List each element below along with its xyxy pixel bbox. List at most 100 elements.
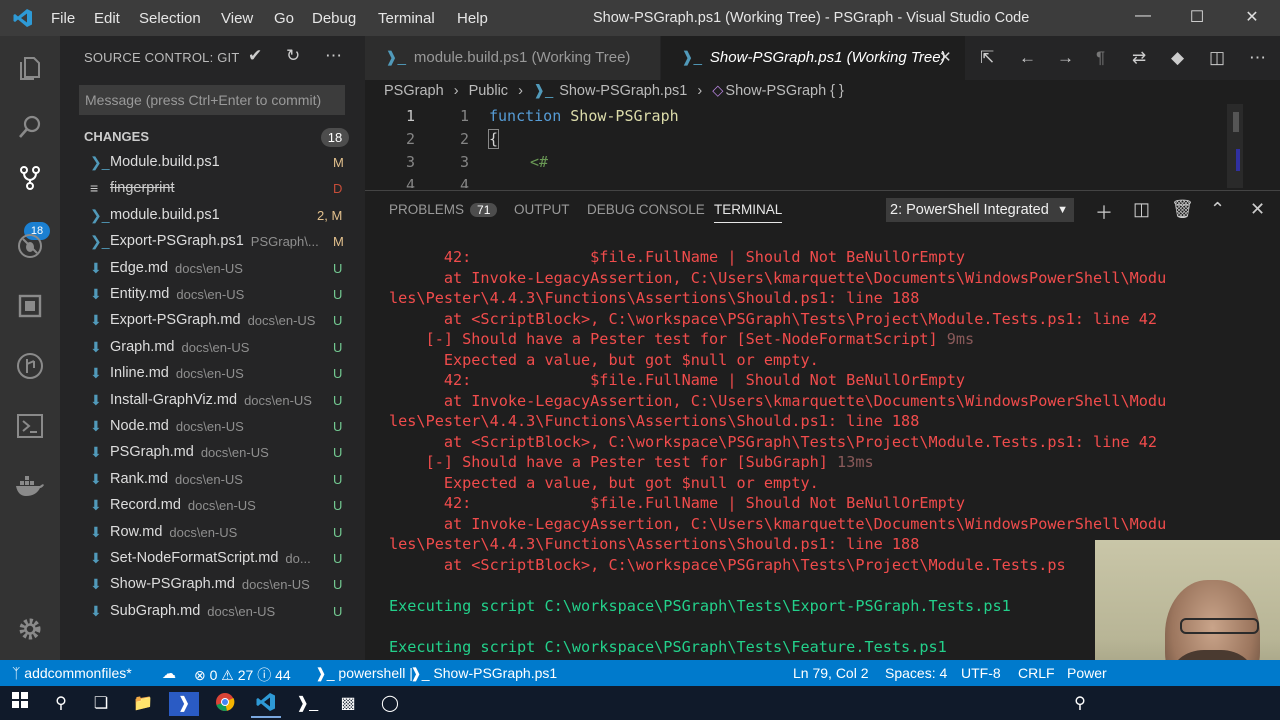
minimap-scrollbar[interactable] xyxy=(1227,104,1243,188)
powershell-file-icon: ❱_ xyxy=(532,83,554,99)
new-terminal-icon[interactable]: ＋ xyxy=(1095,199,1113,225)
list-item[interactable]: ⬇ Row.md docs\en-US U xyxy=(60,520,365,546)
list-item[interactable]: ⬇ Node.md docs\en-US U xyxy=(60,414,365,440)
more-actions-icon[interactable]: ⋯ xyxy=(325,46,342,66)
list-item[interactable]: ⬇ Export-PSGraph.md docs\en-US U xyxy=(60,308,365,334)
explorer-icon[interactable] xyxy=(12,50,48,86)
commit-message-input[interactable]: Message (press Ctrl+Enter to commit) xyxy=(79,85,345,115)
tab-terminal[interactable]: TERMINAL xyxy=(714,202,783,223)
menu-help[interactable]: Help xyxy=(457,10,488,27)
breadcrumb-item[interactable]: PSGraph xyxy=(384,83,444,99)
terminal-taskbar-icon[interactable]: ❱_ xyxy=(292,692,322,716)
list-item[interactable]: ⬇ Record.md docs\en-US U xyxy=(60,493,365,519)
menu-view[interactable]: View xyxy=(221,10,253,27)
problems-indicator[interactable]: ⊗ 0 ⚠ 27 ⓘ 44 xyxy=(194,665,291,685)
tab-problems[interactable]: PROBLEMS 71 xyxy=(389,202,498,217)
chrome-icon[interactable] xyxy=(210,692,240,716)
menu-debug[interactable]: Debug xyxy=(312,10,356,27)
file-name: PSGraph.md xyxy=(110,444,194,461)
docker-icon[interactable] xyxy=(12,468,48,504)
sync-icon[interactable]: ☁ xyxy=(162,665,176,682)
people-icon[interactable]: ⚲ xyxy=(1065,692,1095,716)
source-control-sidebar: SOURCE CONTROL: GIT ✔ ↻ ⋯ Message (press… xyxy=(60,36,365,660)
github-taskbar-icon[interactable]: ◯ xyxy=(375,692,405,716)
open-file-icon[interactable]: ⇱ xyxy=(980,48,994,68)
debug-icon[interactable] xyxy=(12,228,48,264)
tab-close-icon[interactable]: ✕ xyxy=(939,36,952,80)
list-item[interactable]: ❯_ Module.build.ps1 M xyxy=(60,150,365,176)
trash-icon[interactable]: 🗑 xyxy=(1171,199,1194,220)
previous-change-icon[interactable]: ← xyxy=(1019,48,1036,68)
powershell-taskbar-icon[interactable]: ❱ xyxy=(169,692,199,716)
list-item[interactable]: ≡ fingerprint D xyxy=(60,176,365,202)
line-number: 4 xyxy=(406,176,416,188)
file-explorer-icon[interactable]: 📁 xyxy=(128,692,158,716)
breadcrumb-separator-icon: › xyxy=(453,83,459,99)
file-status-badge: U xyxy=(333,577,343,593)
search-icon[interactable] xyxy=(12,109,48,145)
menu-edit[interactable]: Edit xyxy=(94,10,120,27)
list-item[interactable]: ⬇ Rank.md docs\en-US U xyxy=(60,467,365,493)
split-editor-icon[interactable]: ◫ xyxy=(1209,48,1225,68)
list-item[interactable]: ⬇ PSGraph.md docs\en-US U xyxy=(60,440,365,466)
list-item[interactable]: ❯_ Export-PSGraph.ps1 PSGraph\... M xyxy=(60,229,365,255)
git-open-changes-icon[interactable]: ◆ xyxy=(1171,48,1184,68)
task-view-icon[interactable]: ❏ xyxy=(86,692,116,716)
list-item[interactable]: ⬇ Edge.md docs\en-US U xyxy=(60,256,365,282)
breadcrumb-item[interactable]: Show-PSGraph { } xyxy=(725,83,844,99)
indentation[interactable]: Spaces: 4 xyxy=(885,665,947,681)
git-history-icon[interactable] xyxy=(12,348,48,384)
source-control-icon[interactable] xyxy=(12,160,48,196)
windows-start-icon[interactable] xyxy=(5,692,35,716)
whitespace-icon[interactable]: ¶ xyxy=(1096,48,1105,68)
inline-view-icon[interactable]: ⇄ xyxy=(1132,48,1146,68)
vscode-taskbar-icon[interactable] xyxy=(251,692,281,718)
powershell-session[interactable]: ❱_ powershell | xyxy=(315,665,413,682)
current-file[interactable]: ❱_ Show-PSGraph.ps1 xyxy=(410,665,557,682)
terminal-info-line: Executing script C:\workspace\PSGraph\Te… xyxy=(389,638,947,656)
maximize-icon[interactable]: ☐ xyxy=(1185,7,1209,29)
changes-header[interactable]: CHANGES xyxy=(84,129,149,144)
tab-output[interactable]: OUTPUT xyxy=(514,202,570,217)
extensions-icon[interactable] xyxy=(12,288,48,324)
tab-debug-console[interactable]: DEBUG CONSOLE xyxy=(587,202,705,217)
split-terminal-icon[interactable]: ◫ xyxy=(1133,199,1150,220)
diff-editor[interactable]: 1 1 function Show-PSGraph 2 2 { 3 3 <# 4… xyxy=(365,104,1280,188)
terminal-select[interactable]: 2: PowerShell Integrated ▼ xyxy=(886,198,1074,222)
settings-icon[interactable] xyxy=(12,611,48,647)
remote-icon[interactable] xyxy=(12,408,48,444)
tab-module-build[interactable]: ❱_ module.build.ps1 (Working Tree) xyxy=(365,36,660,80)
list-item[interactable]: ❯_ module.build.ps1 2, M xyxy=(60,203,365,229)
language-mode[interactable]: Power xyxy=(1067,665,1107,681)
menu-file[interactable]: File xyxy=(51,10,75,27)
list-item[interactable]: ⬇ SubGraph.md docs\en-US U xyxy=(60,599,365,625)
close-icon[interactable]: ✕ xyxy=(1240,7,1264,29)
list-item[interactable]: ⬇ Entity.md docs\en-US U xyxy=(60,282,365,308)
maximize-panel-icon[interactable]: ⌃ xyxy=(1210,199,1225,220)
refresh-icon[interactable]: ↻ xyxy=(286,46,300,66)
next-change-icon[interactable]: → xyxy=(1057,48,1074,68)
list-item[interactable]: ⬇ Inline.md docs\en-US U xyxy=(60,361,365,387)
editor-more-icon[interactable]: ⋯ xyxy=(1249,48,1266,68)
tab-show-psgraph[interactable]: ❱_ Show-PSGraph.ps1 (Working Tree) ✕ xyxy=(661,36,965,80)
search-icon[interactable]: ⚲ xyxy=(46,692,76,716)
breadcrumb-item[interactable]: Public xyxy=(469,83,509,99)
app-taskbar-icon[interactable]: ▩ xyxy=(333,692,363,716)
list-item[interactable]: ⬇ Graph.md docs\en-US U xyxy=(60,335,365,361)
commit-check-icon[interactable]: ✔ xyxy=(248,46,262,66)
list-item[interactable]: ⬇ Show-PSGraph.md docs\en-US U xyxy=(60,572,365,598)
menu-go[interactable]: Go xyxy=(274,10,294,27)
menu-terminal[interactable]: Terminal xyxy=(378,10,435,27)
list-item[interactable]: ⬇ Install-GraphViz.md docs\en-US U xyxy=(60,388,365,414)
breadcrumb-item[interactable]: Show-PSGraph.ps1 xyxy=(559,83,687,99)
branch-indicator[interactable]: ᛉ addcommonfiles* xyxy=(12,665,132,681)
end-of-line[interactable]: CRLF xyxy=(1018,665,1055,681)
line-number: 4 xyxy=(460,176,470,188)
cursor-position[interactable]: Ln 79, Col 2 xyxy=(793,665,869,681)
close-panel-icon[interactable]: ✕ xyxy=(1250,199,1265,220)
encoding[interactable]: UTF-8 xyxy=(961,665,1001,681)
list-item[interactable]: ⬇ Set-NodeFormatScript.md do... U xyxy=(60,546,365,572)
file-status-badge: U xyxy=(333,445,343,461)
minimize-icon[interactable]: — xyxy=(1131,7,1155,29)
menu-selection[interactable]: Selection xyxy=(139,10,201,27)
